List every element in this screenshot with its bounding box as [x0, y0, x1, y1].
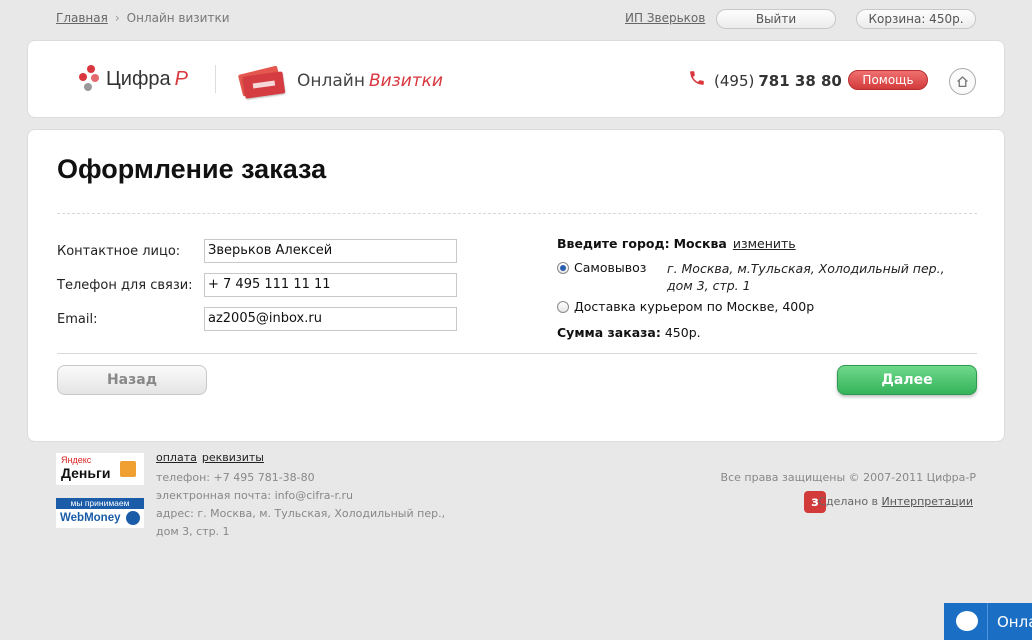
details-link[interactable]: реквизиты — [202, 451, 264, 464]
webmoney-globe-icon — [126, 511, 140, 525]
business-cards-icon — [236, 65, 286, 99]
online-chat-widget[interactable]: Онла — [944, 603, 1032, 640]
email-field[interactable]: az2005@inbox.ru — [204, 307, 457, 331]
footer-address-line2: дом 3, стр. 1 — [156, 525, 230, 538]
footer-email: электронная почта: info@cifra-r.ru — [156, 489, 353, 502]
breadcrumb-current: Онлайн визитки — [126, 11, 230, 25]
copyright: Все права защищены © 2007-2011 Цифра-Р — [720, 471, 976, 484]
breadcrumb: Главная › Онлайн визитки — [56, 11, 230, 25]
logout-button[interactable]: Выйти — [716, 9, 836, 29]
total-label: Сумма заказа: — [557, 325, 661, 340]
chat-divider — [987, 603, 988, 640]
order-card: Оформление заказа Контактное лицо: Зверь… — [27, 129, 1005, 442]
contact-label: Контактное лицо: — [57, 244, 181, 259]
breadcrumb-separator-icon: › — [114, 11, 120, 25]
webmoney-badge[interactable]: мы принимаем WebMoney — [56, 498, 144, 528]
chat-bubble-icon — [956, 611, 978, 631]
agency-link[interactable]: Интерпретации — [882, 495, 973, 508]
footer-phone: телефон: +7 495 781-38-80 — [156, 471, 315, 484]
courier-label[interactable]: Доставка курьером по Москве, 400р — [574, 299, 814, 314]
home-icon — [957, 76, 968, 88]
contact-field[interactable]: Зверьков Алексей — [204, 239, 457, 263]
phone-label: Телефон для связи: — [57, 278, 193, 293]
email-label: Email: — [57, 312, 98, 327]
form-divider — [57, 353, 977, 354]
made-by: Сделано в Интерпретации — [818, 495, 973, 508]
city-selector: Введите город: Москва изменить — [557, 236, 796, 251]
yandex-wallet-icon — [120, 461, 136, 477]
chat-label: Онла — [997, 613, 1032, 631]
phone-field[interactable]: + 7 495 111 11 11 — [204, 273, 457, 297]
change-city-link[interactable]: изменить — [733, 236, 796, 251]
pickup-radio[interactable] — [557, 262, 569, 274]
top-bar: Главная › Онлайн визитки ИП Зверьков Выйти… — [0, 0, 1032, 38]
logo-text: Цифра Р — [106, 67, 189, 90]
user-account-link[interactable]: ИП Зверьков — [625, 11, 705, 25]
site-header: Цифра Р Онлайн Визитки (495) 781 38 80 Помо… — [27, 40, 1005, 118]
breadcrumb-home-link[interactable]: Главная — [56, 11, 108, 25]
pickup-address: г. Москва, м.Тульская, Холодильный пер.,… — [667, 261, 945, 293]
order-total: Сумма заказа: 450р. — [557, 325, 701, 340]
logo-dots-icon — [78, 65, 104, 93]
payment-link[interactable]: оплата — [156, 451, 197, 464]
cifra-logo[interactable]: Цифра Р — [78, 63, 188, 95]
next-button[interactable]: Далее — [837, 365, 977, 395]
city-prefix: Введите город: — [557, 236, 670, 251]
courier-radio[interactable] — [557, 301, 569, 313]
phone-icon — [688, 69, 706, 87]
online-cards-brand: Онлайн Визитки — [297, 71, 443, 91]
header-divider — [215, 65, 216, 93]
title-divider — [57, 213, 977, 214]
pickup-label[interactable]: Самовывоз — [574, 260, 646, 275]
help-button[interactable]: Помощь — [848, 70, 928, 90]
home-button[interactable] — [949, 68, 976, 95]
footer-links: оплата реквизиты — [156, 451, 269, 464]
total-value: 450р. — [664, 325, 701, 340]
back-button[interactable]: Назад — [57, 365, 207, 395]
city-value: Москва — [673, 236, 727, 251]
yandex-money-badge[interactable]: Яндекс Деньги — [56, 453, 144, 485]
footer-address: адрес: г. Москва, м. Тульская, Холодильн… — [156, 507, 446, 520]
page-title: Оформление заказа — [57, 154, 327, 184]
cart-button[interactable]: Корзина: 450р. — [856, 9, 976, 29]
phone-number: (495) 781 38 80 — [714, 72, 842, 90]
